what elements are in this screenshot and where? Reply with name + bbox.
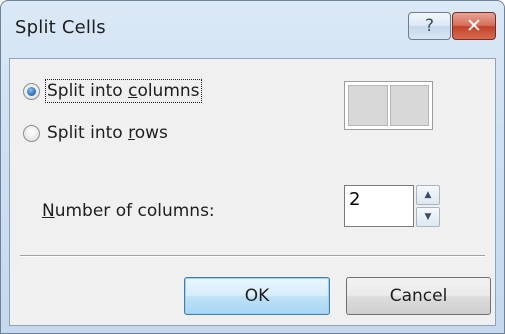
mnemonic-letter: r — [128, 123, 135, 143]
help-button[interactable]: ? — [408, 12, 451, 40]
radio-selected-dot — [27, 86, 36, 96]
two-columns-preview-icon — [344, 81, 433, 130]
title-bar[interactable]: Split Cells ? ✕ — [1, 1, 504, 58]
help-icon: ? — [424, 16, 435, 36]
split-into-rows-label[interactable]: Split into rows — [47, 123, 168, 143]
separator-line — [20, 255, 485, 257]
label-text: umber of columns: — [54, 201, 215, 221]
label-text: Split into — [47, 81, 129, 101]
dialog-content: Split into columns Split into rows Numbe… — [9, 58, 496, 326]
close-icon: ✕ — [466, 15, 482, 37]
label-text: olumns — [137, 81, 200, 101]
number-of-columns-input[interactable]: 2 — [344, 185, 414, 227]
split-into-columns-label[interactable]: Split into columns — [45, 79, 202, 103]
split-into-rows-radio[interactable] — [23, 124, 40, 142]
number-of-columns-spinner: ▲ ▼ — [416, 185, 440, 227]
preview-cell — [389, 85, 429, 126]
close-button[interactable]: ✕ — [452, 12, 496, 40]
preview-cell — [348, 85, 388, 126]
arrow-up-icon: ▲ — [424, 190, 432, 200]
split-into-columns-option[interactable]: Split into columns — [23, 79, 202, 103]
ok-button[interactable]: OK — [184, 277, 330, 315]
number-of-columns-label: Number of columns: — [42, 201, 215, 221]
spin-down-button[interactable]: ▼ — [416, 207, 440, 227]
split-into-rows-option[interactable]: Split into rows — [23, 123, 168, 143]
dialog-title: Split Cells — [15, 17, 106, 38]
arrow-down-icon: ▼ — [424, 212, 432, 222]
mnemonic-letter: N — [42, 201, 55, 221]
label-text: Split into — [47, 123, 129, 143]
cancel-button[interactable]: Cancel — [346, 277, 491, 315]
split-into-columns-radio[interactable] — [23, 82, 40, 100]
split-cells-dialog: Split Cells ? ✕ Split into columns Split… — [0, 0, 505, 334]
spin-up-button[interactable]: ▲ — [416, 185, 440, 205]
label-text: ows — [134, 123, 168, 143]
